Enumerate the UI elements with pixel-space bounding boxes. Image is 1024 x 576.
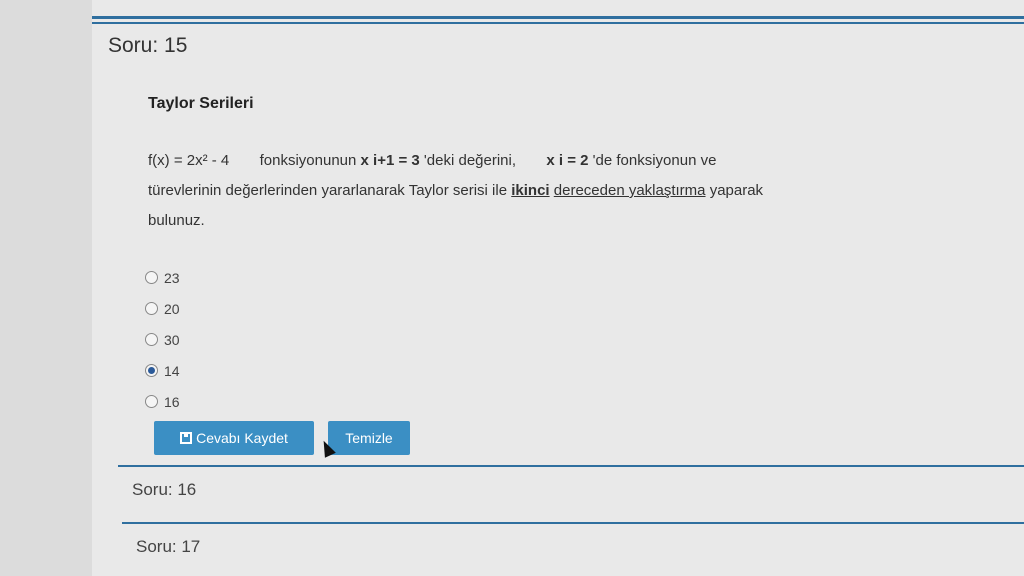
question-title: Taylor Serileri [148,95,254,112]
save-answer-button[interactable]: Cevabı Kaydet [154,421,314,455]
function-expression: f(x) = 2x² - 4 [148,152,230,169]
xi-expression: x i = 2 [546,152,589,169]
top-divider [92,16,1024,19]
question-number: Soru: 15 [108,34,188,57]
question-17-divider [122,522,1024,524]
radio-14[interactable] [145,364,158,377]
xi-plus-1-expression: x i+1 = 3 [360,152,420,169]
option-30[interactable]: 30 [145,324,180,355]
question-text: f(x) = 2x² - 4 fonksiyonunun x i+1 = 3 '… [148,146,908,236]
question-header [92,22,1024,64]
clear-button[interactable]: Temizle [328,421,410,455]
page-background [92,0,1024,576]
emphasis-ikinci: ikinci [511,182,550,199]
option-16[interactable]: 16 [145,386,180,417]
radio-20[interactable] [145,302,158,315]
option-20[interactable]: 20 [145,293,180,324]
question-16-divider [118,465,1024,467]
question-16-label: Soru: 16 [132,480,197,499]
option-14[interactable]: 14 [145,355,180,386]
answer-options: 23 20 30 14 16 [145,262,180,417]
radio-23[interactable] [145,271,158,284]
question-17-label: Soru: 17 [136,537,201,556]
question-line-1: f(x) = 2x² - 4 fonksiyonunun x i+1 = 3 '… [148,152,717,169]
question-line-3: bulunuz. [148,212,205,229]
option-23[interactable]: 23 [145,262,180,293]
radio-16[interactable] [145,395,158,408]
question-line-2: türevlerinin değerlerinden yararlanarak … [148,182,764,199]
radio-30[interactable] [145,333,158,346]
emphasis-dereceden: dereceden yaklaştırma [553,182,706,199]
save-icon [180,432,193,444]
